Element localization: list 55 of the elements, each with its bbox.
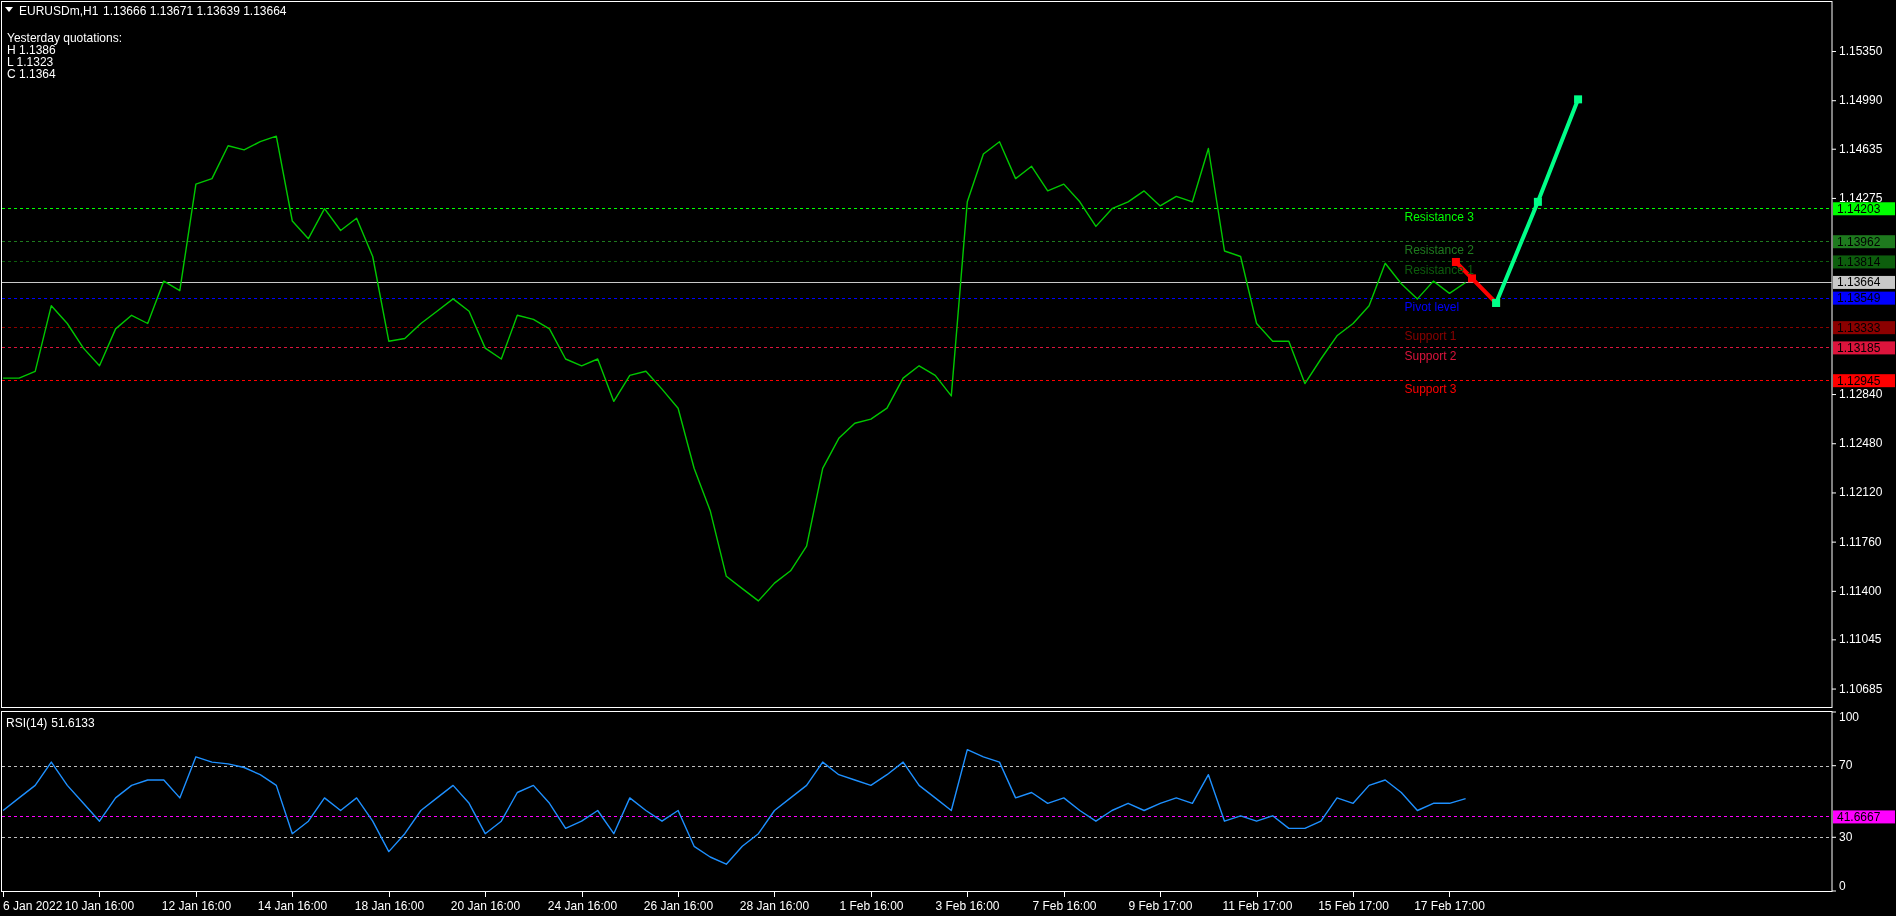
level-label: Support 1 bbox=[1404, 329, 1457, 344]
scale-label: 1.12840 bbox=[1839, 387, 1883, 402]
quote-line: H 1.1386 bbox=[7, 43, 56, 57]
price-tag: 1.13962 bbox=[1833, 234, 1895, 249]
indicator-value: 51.6133 bbox=[51, 716, 95, 730]
time-label: 11 Feb 17:00 bbox=[1222, 899, 1293, 913]
price-tag: 1.13333 bbox=[1833, 320, 1895, 335]
time-label: 18 Jan 16:00 bbox=[354, 899, 425, 913]
time-label: 9 Feb 17:00 bbox=[1128, 899, 1193, 913]
scale-label: 1.11760 bbox=[1839, 534, 1882, 549]
level-label: Support 2 bbox=[1404, 349, 1457, 364]
quotations-title: Yesterday quotations: bbox=[7, 31, 122, 45]
scale-label: 1.11400 bbox=[1839, 583, 1882, 598]
scale-label: 70 bbox=[1839, 758, 1853, 773]
scale-label: 1.10685 bbox=[1839, 681, 1883, 696]
level-label: Resistance 1 bbox=[1404, 263, 1474, 278]
level-label: Pivot level bbox=[1404, 299, 1460, 314]
indicator-name: RSI(14) bbox=[6, 716, 48, 730]
scale-label: 1.11045 bbox=[1839, 632, 1882, 647]
dropdown-triangle-icon[interactable] bbox=[5, 7, 13, 12]
price-tag: 1.13814 bbox=[1833, 254, 1895, 269]
level-label: Resistance 2 bbox=[1404, 243, 1474, 258]
scale-label: 30 bbox=[1839, 829, 1853, 844]
time-label: 28 Jan 16:00 bbox=[739, 899, 810, 913]
symbol-label: EURUSDm,H1 bbox=[19, 4, 99, 18]
price-tag: 1.13664 bbox=[1833, 275, 1895, 290]
scale-label: 1.12480 bbox=[1839, 436, 1883, 451]
time-label: 3 Feb 16:00 bbox=[935, 899, 1000, 913]
time-label: 17 Feb 17:00 bbox=[1414, 899, 1485, 913]
price-tag: 1.13185 bbox=[1833, 340, 1895, 355]
level-label: Resistance 3 bbox=[1404, 210, 1474, 225]
scale-label: 100 bbox=[1839, 710, 1860, 724]
time-label: 14 Jan 16:00 bbox=[257, 899, 328, 913]
time-label: 7 Feb 16:00 bbox=[1032, 899, 1097, 913]
scale-label: 0 bbox=[1839, 879, 1846, 893]
price-tag: 1.12945 bbox=[1833, 373, 1895, 388]
price-tag: 41.6667 bbox=[1833, 809, 1895, 824]
time-label: 12 Jan 16:00 bbox=[161, 899, 232, 913]
scale-label: 1.15350 bbox=[1839, 44, 1883, 58]
quote-values: 1.13666 1.13671 1.13639 1.13664 bbox=[103, 4, 287, 18]
level-label: Support 3 bbox=[1404, 382, 1457, 397]
time-label: 26 Jan 16:00 bbox=[643, 899, 714, 913]
scale-label: 1.14635 bbox=[1839, 141, 1883, 156]
scale-label: 1.14990 bbox=[1839, 93, 1883, 108]
time-label: 1 Feb 16:00 bbox=[839, 899, 904, 913]
price-tag: 1.14203 bbox=[1833, 201, 1895, 216]
time-label: 10 Jan 16:00 bbox=[64, 899, 135, 913]
time-label: 6 Jan 2022 bbox=[3, 899, 63, 913]
price-tag: 1.13549 bbox=[1833, 291, 1895, 306]
quote-line: L 1.1323 bbox=[7, 55, 54, 69]
time-label: 20 Jan 16:00 bbox=[450, 899, 521, 913]
time-label: 15 Feb 17:00 bbox=[1318, 899, 1389, 913]
time-label: 24 Jan 16:00 bbox=[547, 899, 618, 913]
scale-label: 1.12120 bbox=[1839, 485, 1883, 500]
quote-line: C 1.1364 bbox=[7, 67, 56, 81]
